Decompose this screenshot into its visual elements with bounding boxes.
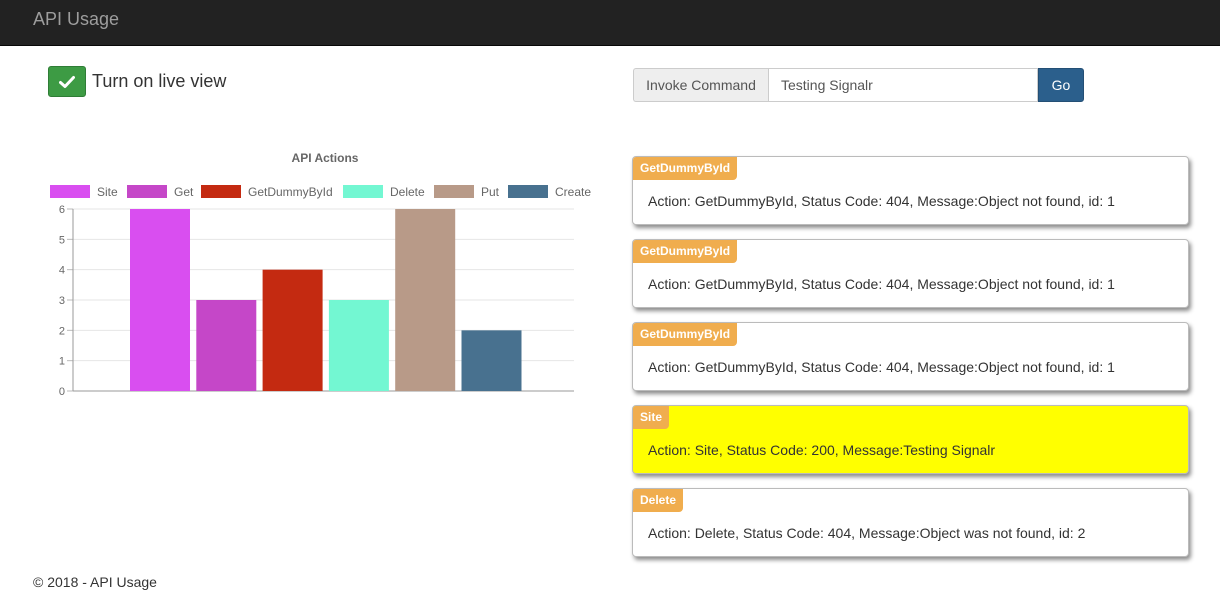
legend-swatch xyxy=(201,185,241,198)
bar-get xyxy=(196,300,257,391)
invoke-command-group: Invoke Command Go xyxy=(633,68,1084,102)
message-card: GetDummyById Action: GetDummyById, Status… xyxy=(632,322,1189,391)
message-card: GetDummyById Action: GetDummyById, Status… xyxy=(632,156,1189,225)
legend-label: Delete xyxy=(390,185,425,199)
message-card: GetDummyById Action: GetDummyById, Status… xyxy=(632,239,1189,308)
invoke-command-input[interactable] xyxy=(768,68,1038,102)
message-text: Action: GetDummyById, Status Code: 404, … xyxy=(648,193,1115,209)
message-text: Action: Delete, Status Code: 404, Messag… xyxy=(648,525,1086,541)
message-action-badge: GetDummyById xyxy=(633,157,738,180)
bar-put xyxy=(395,209,456,391)
navbar: API Usage xyxy=(0,0,1220,46)
chart-svg: API Actions Site Get GetDummyById Delete Put C… xyxy=(50,151,591,398)
go-button[interactable]: Go xyxy=(1038,68,1084,102)
legend-label: Put xyxy=(481,185,500,199)
message-text: Action: Site, Status Code: 200, Message:… xyxy=(648,442,996,458)
chart-title: API Actions xyxy=(292,151,359,165)
legend-label: GetDummyById xyxy=(248,185,333,199)
message-action-badge: GetDummyById xyxy=(633,240,738,263)
bar-site xyxy=(130,209,190,391)
legend-label: Create xyxy=(555,185,591,199)
message-action-badge: GetDummyById xyxy=(633,323,738,346)
live-view-checkbox[interactable] xyxy=(48,66,86,97)
invoke-command-label: Invoke Command xyxy=(633,68,768,102)
y-tick-label: 0 xyxy=(59,386,65,398)
legend-label: Site xyxy=(97,185,118,199)
live-view-toggle[interactable]: Turn on live view xyxy=(48,66,226,97)
y-tick-label: 6 xyxy=(59,204,65,216)
legend-swatch xyxy=(434,185,474,198)
message-card: Delete Action: Delete, Status Code: 404, … xyxy=(632,488,1189,557)
y-tick-label: 1 xyxy=(59,356,65,368)
message-action-badge: Site xyxy=(633,406,670,429)
y-tick-label: 5 xyxy=(59,234,65,246)
message-card: Site Action: Site, Status Code: 200, Mess… xyxy=(632,405,1189,474)
bar-delete xyxy=(328,300,389,391)
footer: © 2018 - API Usage xyxy=(33,574,157,590)
bar-create xyxy=(461,330,522,391)
legend-swatch xyxy=(50,185,90,198)
legend-swatch xyxy=(127,185,167,198)
y-tick-label: 2 xyxy=(59,325,65,337)
legend-swatch xyxy=(508,185,548,198)
navbar-brand[interactable]: API Usage xyxy=(33,9,119,30)
y-tick-label: 3 xyxy=(59,295,65,307)
bar-getdummybyid xyxy=(262,269,323,391)
legend-swatch xyxy=(343,185,383,198)
message-action-badge: Delete xyxy=(633,489,684,512)
live-view-label: Turn on live view xyxy=(92,71,227,91)
message-text: Action: GetDummyById, Status Code: 404, … xyxy=(648,276,1115,292)
legend-label: Get xyxy=(174,185,194,199)
message-list: GetDummyById Action: GetDummyById, Status… xyxy=(632,156,1189,571)
message-text: Action: GetDummyById, Status Code: 404, … xyxy=(648,359,1115,375)
y-tick-label: 4 xyxy=(59,265,65,277)
api-actions-chart: API Actions Site Get GetDummyById Delete Put C… xyxy=(40,140,600,410)
check-icon xyxy=(59,75,75,88)
